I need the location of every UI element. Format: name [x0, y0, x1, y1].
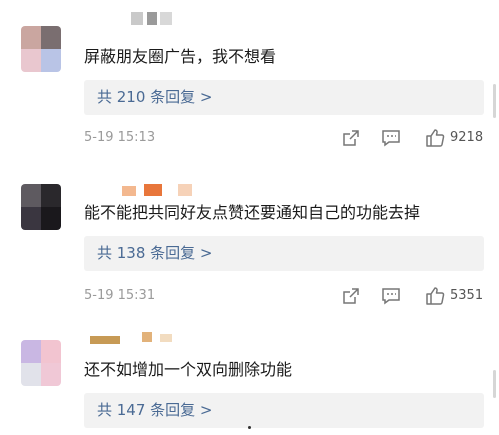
like-count: 9218	[450, 130, 484, 145]
comment-text: 能不能把共同好友点赞还要通知自己的功能去掉	[84, 203, 421, 222]
comment-text: 屏蔽朋友圈广告，我不想看	[84, 47, 277, 66]
avatar[interactable]	[21, 184, 61, 230]
comment-meta: 5-19 15:13 9218	[84, 128, 484, 148]
blur-block	[122, 186, 136, 196]
share-icon[interactable]	[340, 128, 362, 148]
avatar-tile	[41, 184, 61, 207]
thumbs-up-icon[interactable]	[424, 128, 446, 148]
like-count: 5351	[450, 288, 484, 303]
avatar-tile	[21, 340, 41, 363]
comment-time: 5-19 15:13	[84, 130, 156, 145]
comment-meta: 5-19 15:31 5351	[84, 286, 484, 306]
reply-icon[interactable]	[380, 128, 402, 148]
blur-block	[131, 12, 143, 25]
avatar-tile	[21, 207, 41, 230]
comment-text: 还不如增加一个双向删除功能	[84, 360, 293, 379]
avatar[interactable]	[21, 26, 61, 72]
blur-block	[90, 336, 120, 344]
replies-link[interactable]: 共 147 条回复 >	[84, 393, 484, 428]
blur-block	[147, 12, 157, 25]
page-indicator-dot	[248, 426, 251, 429]
replies-link[interactable]: 共 138 条回复 >	[84, 236, 484, 271]
avatar-tile	[41, 363, 61, 386]
reply-icon[interactable]	[380, 286, 402, 306]
scrollbar-thumb[interactable]	[493, 370, 496, 398]
replies-count-label: 共 147 条回复 >	[97, 401, 213, 419]
avatar-tile	[41, 207, 61, 230]
username-blurred[interactable]	[84, 328, 204, 344]
avatar[interactable]	[21, 340, 61, 386]
avatar-tile	[41, 340, 61, 363]
blur-block	[178, 184, 192, 196]
thumbs-up-icon[interactable]	[424, 286, 446, 306]
comment-list: 屏蔽朋友圈广告，我不想看 共 210 条回复 > 5-19 15:13 9218	[0, 0, 499, 435]
replies-link[interactable]: 共 210 条回复 >	[84, 80, 484, 115]
username-blurred[interactable]	[84, 12, 204, 26]
avatar-tile	[41, 49, 61, 72]
blur-block	[142, 332, 152, 342]
replies-count-label: 共 138 条回复 >	[97, 244, 213, 262]
share-icon[interactable]	[340, 286, 362, 306]
replies-count-label: 共 210 条回复 >	[97, 88, 213, 106]
scrollbar-thumb[interactable]	[493, 84, 496, 118]
blur-block	[160, 12, 172, 25]
avatar-tile	[21, 184, 41, 207]
blur-block	[144, 184, 162, 196]
username-blurred[interactable]	[84, 170, 204, 196]
comment-time: 5-19 15:31	[84, 288, 156, 303]
avatar-tile	[21, 49, 41, 72]
avatar-tile	[21, 26, 41, 49]
avatar-tile	[21, 363, 41, 386]
blur-block	[160, 334, 172, 342]
avatar-tile	[41, 26, 61, 49]
